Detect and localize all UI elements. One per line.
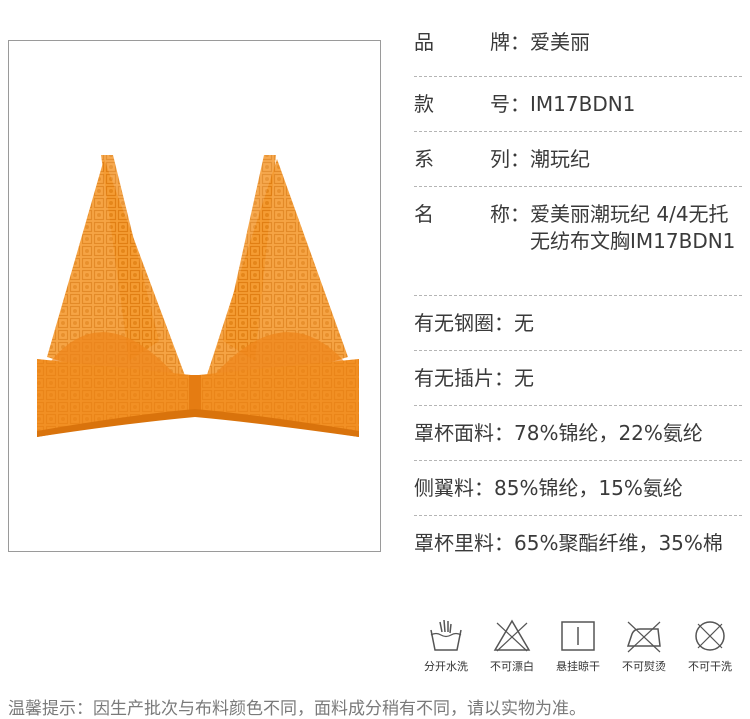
care-item-no-dry-clean: 不可干洗 [678, 618, 742, 674]
spec-key: 系 [414, 147, 434, 171]
spec-list: 品牌：爱美丽 款号： IM17BDN1 系列：潮玩纪 名称：爱美丽潮玩纪 4/4无… [414, 29, 742, 598]
spec-key: 有无插片 [414, 366, 494, 390]
care-item-hand-wash: 分开水洗 [414, 618, 478, 674]
care-label: 不可干洗 [688, 660, 732, 673]
no-iron-icon [626, 621, 661, 653]
spec-colon: ： [474, 476, 494, 500]
spec-key: 侧翼料 [414, 476, 474, 500]
no-bleach-icon [493, 619, 531, 652]
spec-row-underwire: 有无钢圈：无 [414, 296, 742, 351]
spec-key: 称 [490, 202, 510, 226]
spec-colon: ： [494, 366, 514, 390]
spec-key: 号 [490, 92, 510, 116]
care-label: 分开水洗 [424, 660, 468, 673]
hand-wash-icon [430, 619, 462, 651]
care-label: 不可熨烫 [622, 660, 666, 673]
no-dry-clean-icon [695, 621, 725, 651]
product-image [8, 40, 381, 552]
spec-row-cup-lining: 罩杯里料： 65%聚酯纤维，35%棉 [414, 516, 742, 598]
spec-value-underwire: 无 [514, 311, 534, 335]
spec-colon: ： [510, 147, 530, 171]
spec-colon: ： [494, 531, 514, 555]
spec-row-series: 系 列：潮玩纪 [414, 132, 742, 187]
spec-key: 牌 [490, 30, 510, 54]
spec-colon: ： [494, 421, 514, 445]
notice-text: 温馨提示：因生产批次与布料颜色不同，面料成分稍有不同，请以实物为准。 [8, 699, 586, 719]
spec-row-wing-fabric: 侧翼料： 85%锦纶，15%氨纶 [414, 461, 742, 516]
bra-illustration [37, 155, 359, 437]
spec-value-cup-lining: 65%聚酯纤维，35%棉 [514, 531, 723, 555]
spec-key: 罩杯面料 [414, 421, 494, 445]
care-item-no-iron: 不可熨烫 [612, 618, 676, 674]
spec-colon: ： [494, 311, 514, 335]
spec-row-name: 名 称：爱美丽潮玩纪 4/4无托无纺布文胸IM17BDN1 [414, 187, 742, 296]
care-item-hang-dry: 悬挂晾干 [546, 618, 610, 674]
spec-row-brand: 品 牌：爱美丽 [414, 29, 742, 77]
care-item-no-bleach: 不可漂白 [480, 618, 544, 674]
care-label: 悬挂晾干 [556, 660, 600, 673]
spec-value-model: IM17BDN1 [530, 92, 636, 116]
spec-colon: ： [510, 92, 530, 116]
care-label: 不可漂白 [490, 660, 534, 673]
spec-row-cup-fabric: 罩杯面料： 78%锦纶，22%氨纶 [414, 406, 742, 461]
spec-value-brand: 爱美丽 [530, 30, 590, 54]
spec-value-cup-fabric: 78%锦纶，22%氨纶 [514, 421, 703, 445]
spec-key: 有无钢圈 [414, 311, 494, 335]
spec-value-insert: 无 [514, 366, 534, 390]
spec-value-series: 潮玩纪 [530, 147, 590, 171]
spec-row-insert: 有无插片：无 [414, 351, 742, 406]
care-instructions: 分开水洗 不可漂白 悬挂晾干 不可熨烫 不可干洗 [414, 618, 750, 678]
spec-key: 列 [490, 147, 510, 171]
spec-colon: ： [510, 30, 530, 54]
spec-key: 名 [414, 202, 434, 226]
spec-row-model: 款 号： IM17BDN1 [414, 77, 742, 132]
spec-key: 品 [414, 30, 434, 54]
spec-value-name: 爱美丽潮玩纪 4/4无托无纺布文胸IM17BDN1 [530, 202, 736, 253]
spec-key: 款 [414, 92, 434, 116]
spec-value-wing-fabric: 85%锦纶，15%氨纶 [494, 476, 683, 500]
spec-colon: ： [510, 202, 530, 226]
hang-dry-icon [561, 621, 595, 651]
spec-key: 罩杯里料 [414, 531, 494, 555]
